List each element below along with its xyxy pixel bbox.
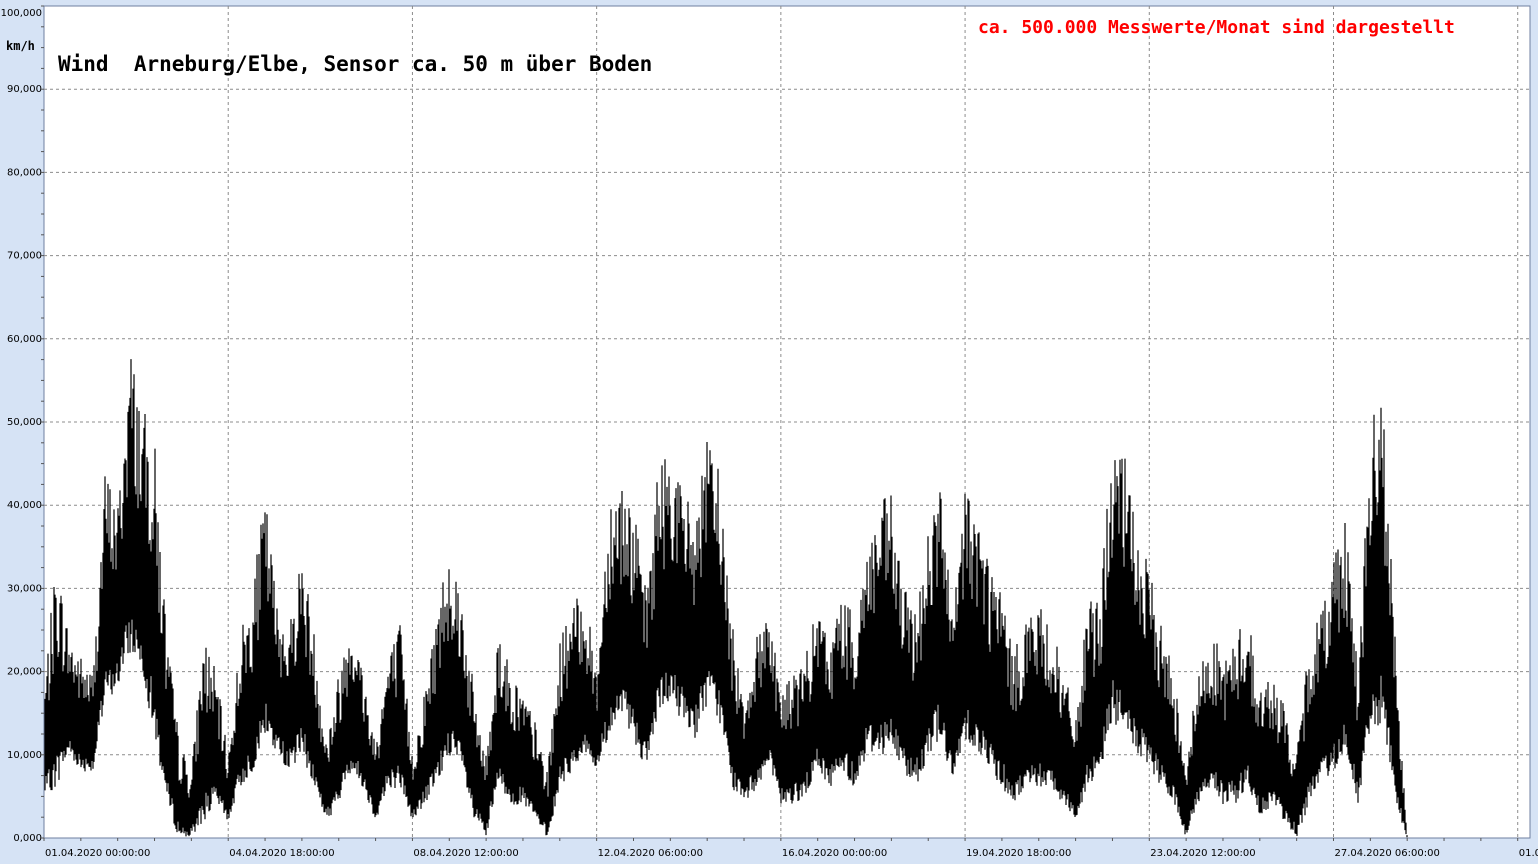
y-tick-label: 30,000 [7, 583, 42, 594]
y-tick-label: 80,000 [7, 167, 42, 178]
x-tick-label: 23.04.2020 12:00:00 [1150, 848, 1255, 859]
x-axis: 01.04.2020 00:00:00 04.04.2020 18:00:00 08… [43, 838, 1538, 859]
x-tick-label: 27.04.2020 06:00:00 [1335, 848, 1440, 859]
x-tick-label: 08.04.2020 12:00:00 [413, 848, 518, 859]
y-tick-label: 20,000 [7, 667, 42, 678]
wind-speed-chart: 0,000 10,000 20,000 30,000 40,000 50,000 60,00… [1, 5, 1538, 859]
y-tick-label: 90,000 [7, 84, 42, 95]
y-tick-label: 100,000 [1, 8, 42, 19]
y-tick-label: 50,000 [7, 417, 42, 428]
y-axis: 0,000 10,000 20,000 30,000 40,000 50,000 60,00… [1, 5, 44, 844]
x-tick-label: 01.04.2020 00:00:00 [45, 848, 150, 859]
x-tick-label: 01.05.2020 00:00:00 [1519, 848, 1538, 859]
x-tick-label: 16.04.2020 00:00:00 [782, 848, 887, 859]
y-tick-label: 40,000 [7, 500, 42, 511]
y-tick-label: 0,000 [13, 833, 42, 844]
y-tick-label: 70,000 [7, 251, 42, 262]
x-tick-label: 19.04.2020 18:00:00 [966, 848, 1071, 859]
chart-title: Wind Arneburg/Elbe, Sensor ca. 50 m über… [58, 52, 652, 76]
x-tick-label: 12.04.2020 06:00:00 [598, 848, 703, 859]
y-tick-label: 60,000 [7, 334, 42, 345]
x-tick-label: 04.04.2020 18:00:00 [229, 848, 334, 859]
chart-window: 0,000 10,000 20,000 30,000 40,000 50,000 60,00… [0, 0, 1538, 864]
y-tick-label: 10,000 [7, 750, 42, 761]
y-axis-unit-label: km/h [6, 39, 35, 53]
measurement-note: ca. 500.000 Messwerte/Monat sind dargest… [978, 17, 1455, 38]
